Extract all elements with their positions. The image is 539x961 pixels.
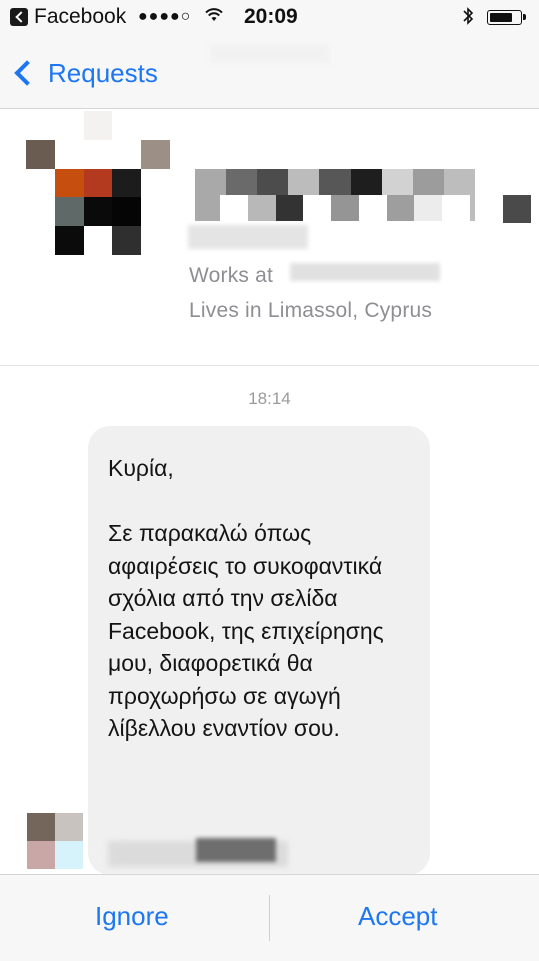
message-text: Κυρία, Σε παρακαλώ όπως αφαιρέσεις το συ… [108, 455, 384, 741]
status-bar: Facebook ●●●●○ 20:09 [0, 0, 539, 38]
profile-avatar[interactable] [26, 111, 170, 255]
signal-strength-icon: ●●●●○ [138, 8, 192, 25]
back-to-app-icon[interactable] [10, 8, 28, 26]
message-timestamp: 18:14 [248, 389, 291, 408]
battery-icon [487, 10, 526, 25]
profile-location: Lives in Limassol, Cyprus [189, 299, 433, 322]
sender-avatar[interactable] [27, 813, 83, 869]
profile-works-at: Works at [189, 264, 274, 287]
signature-redacted-dark [196, 838, 276, 862]
profile-subline-redacted [220, 195, 471, 221]
profile-detail-redacted [188, 225, 308, 249]
accept-button[interactable]: Accept [358, 901, 438, 932]
bluetooth-icon [463, 7, 474, 25]
request-action-bar: Ignore Accept [0, 874, 539, 961]
back-button[interactable]: Requests [12, 55, 158, 91]
nav-bar: Requests [0, 38, 539, 109]
ignore-button[interactable]: Ignore [95, 901, 169, 932]
status-app-name[interactable]: Facebook [34, 5, 126, 29]
chevron-left-icon [14, 60, 40, 86]
message-bubble[interactable]: Κυρία, Σε παρακαλώ όπως αφαιρέσεις το συ… [88, 426, 430, 875]
nav-title-redacted [210, 44, 330, 64]
wifi-icon [205, 8, 223, 21]
status-time: 20:09 [244, 5, 298, 28]
action-divider [269, 895, 270, 941]
back-button-label: Requests [48, 57, 158, 88]
profile-redaction-block [503, 195, 531, 223]
employer-redacted [290, 263, 440, 281]
profile-card: Works at Lives in Limassol, Cyprus [0, 109, 539, 366]
